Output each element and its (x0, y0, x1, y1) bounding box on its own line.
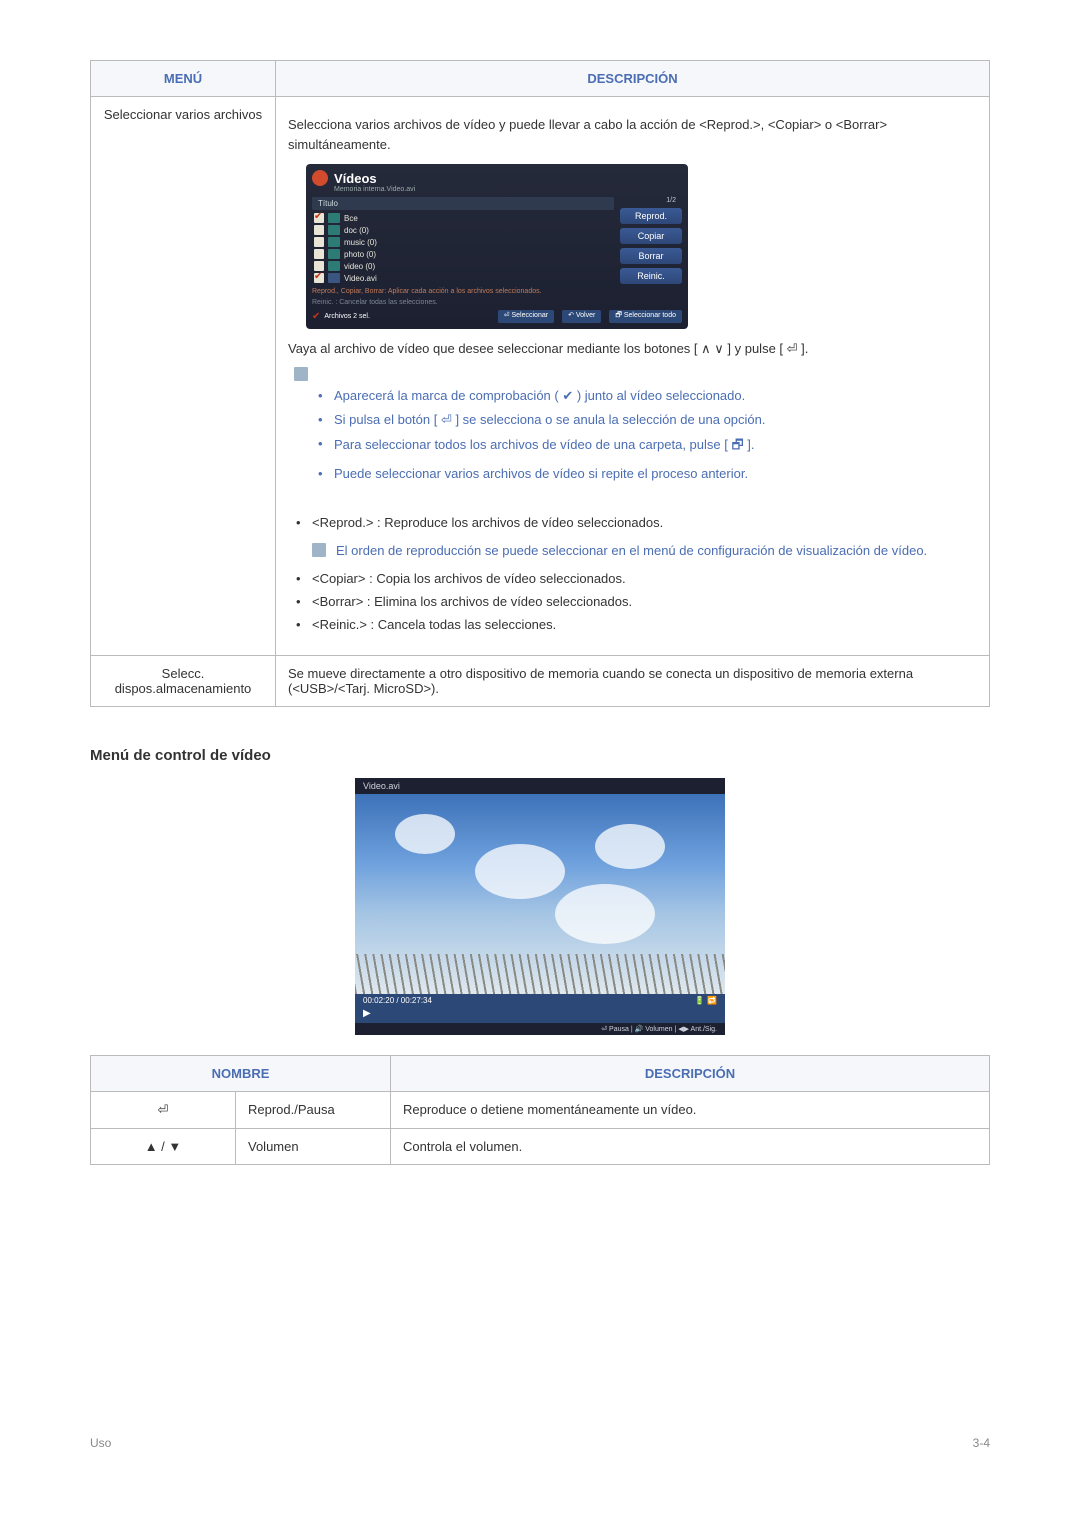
check-on-icon (314, 213, 324, 223)
step-text: Vaya al archivo de vídeo que desee selec… (288, 339, 977, 359)
ctrl-name: Volumen (236, 1128, 391, 1164)
copiar-button: Copiar (620, 228, 682, 244)
borrar-button: Borrar (620, 248, 682, 264)
folder-icon (328, 237, 340, 247)
row2-desc: Se mueve directamente a otro dispositivo… (276, 655, 990, 706)
check-off-icon (314, 249, 324, 259)
row1-label: Seleccionar varios archivos (91, 97, 276, 656)
footer-right: 3-4 (973, 1436, 990, 1450)
action-reinic: <Reinic.> : Cancela todas las seleccione… (296, 617, 977, 632)
app-hint1: Reprod., Copiar, Borrar: Aplicar cada ac… (312, 288, 682, 295)
th-name: NOMBRE (91, 1055, 391, 1091)
ctrl-desc: Reproduce o detiene momentáneamente un v… (391, 1091, 990, 1128)
th-menu: MENÚ (91, 61, 276, 97)
ctrl-name: Reprod./Pausa (236, 1091, 391, 1128)
note-item: Puede seleccionar varios archivos de víd… (318, 466, 766, 481)
list-item: Bce (312, 212, 614, 224)
gears-icon (312, 170, 328, 186)
check-icon: ✔ (312, 311, 320, 322)
video-hints: ⏎ Pausa | 🔊 Volumen | ◀▶ Ant./Sig. (355, 1023, 725, 1035)
reprod-button: Reprod. (620, 208, 682, 224)
app-hint2: Reinic. : Cancelar todas las selecciones… (312, 299, 682, 306)
th-desc: DESCRIPCIÓN (276, 61, 990, 97)
check-off-icon (314, 225, 324, 235)
foot-select-button: ⏎ Seleccionar (498, 310, 554, 323)
folder-icon (328, 261, 340, 271)
foot-back-button: ↶ Volver (562, 310, 601, 323)
video-thumbnail (355, 794, 725, 994)
videos-app-screenshot: Vídeos Memoria interna.Video.avi Título … (306, 164, 688, 329)
page-counter: 1/2 (620, 197, 682, 204)
action-reprod: <Reprod.> : Reproduce los archivos de ví… (296, 515, 977, 530)
reprod-subnote: El orden de reproducción se puede selecc… (336, 543, 927, 558)
list-header: Título (312, 197, 614, 210)
foot-selectall-button: 🗗 Seleccionar todo (609, 310, 682, 323)
video-file-label: Video.avi (355, 778, 725, 794)
app-title: Vídeos (334, 171, 377, 186)
files-selected: Archivos 2 sel. (324, 313, 370, 320)
row1-intro: Selecciona varios archivos de vídeo y pu… (288, 115, 977, 154)
updown-icon: ▲ / ▼ (91, 1128, 236, 1164)
video-status-icons: 🔋 🔁 (695, 996, 717, 1005)
folder-icon (328, 213, 340, 223)
enter-icon: ⏎ (91, 1091, 236, 1128)
reinic-button: Reinic. (620, 268, 682, 284)
list-item: music (0) (312, 236, 614, 248)
th-desc2: DESCRIPCIÓN (391, 1055, 990, 1091)
control-table: NOMBRE DESCRIPCIÓN ⏎ Reprod./Pausa Repro… (90, 1055, 990, 1165)
list-item: doc (0) (312, 224, 614, 236)
folder-icon (328, 249, 340, 259)
row1-desc: Selecciona varios archivos de vídeo y pu… (276, 97, 990, 656)
ctrl-desc: Controla el volumen. (391, 1128, 990, 1164)
folder-icon (328, 225, 340, 235)
movie-icon (328, 273, 340, 283)
action-borrar: <Borrar> : Elimina los archivos de vídeo… (296, 594, 977, 609)
list-item: video (0) (312, 260, 614, 272)
row2-label: Selecc. dispos.almacenamiento (91, 655, 276, 706)
note-icon (312, 543, 326, 557)
note-item: Aparecerá la marca de comprobación ( ✔ )… (318, 388, 766, 404)
app-path: Memoria interna.Video.avi (334, 186, 682, 193)
section-heading: Menú de control de vídeo (90, 747, 990, 764)
list-item: photo (0) (312, 248, 614, 260)
check-off-icon (314, 261, 324, 271)
check-on-icon (314, 273, 324, 283)
note-item: Si pulsa el botón [ ⏎ ] se selecciona o … (318, 412, 766, 428)
play-icon (355, 1007, 725, 1023)
video-time: 00:02:20 / 00:27:34 (363, 996, 432, 1005)
video-player-screenshot: Video.avi 00:02:20 / 00:27:34 🔋 🔁 ⏎ Paus… (355, 778, 725, 1035)
menu-table: MENÚ DESCRIPCIÓN Seleccionar varios arch… (90, 60, 990, 707)
action-copiar: <Copiar> : Copia los archivos de vídeo s… (296, 571, 977, 586)
footer-left: Uso (90, 1436, 111, 1450)
list-item: Video.avi (312, 272, 614, 284)
note-icon (294, 367, 308, 381)
note-item: Para seleccionar todos los archivos de v… (318, 436, 766, 458)
check-off-icon (314, 237, 324, 247)
